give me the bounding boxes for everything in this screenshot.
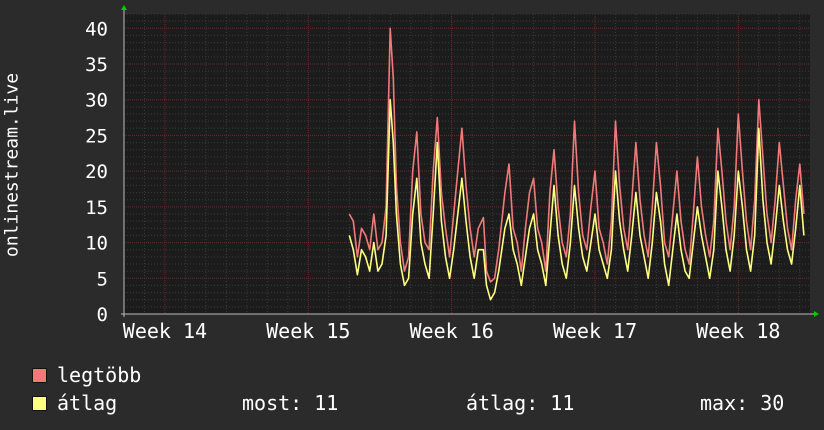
y-axis-label: onlinestream.live [1,72,23,258]
legend-item-avg: átlag [32,391,117,415]
y-tick-label: 25 [85,125,108,147]
y-tick-label: 15 [85,197,108,219]
x-tick-label: Week 17 [553,319,637,343]
y-tick-label: 5 [97,268,108,290]
legend-swatch-max [32,368,47,383]
stat-now: most: 11 [242,391,339,415]
legend-swatch-avg [32,396,47,411]
y-tick-label: 40 [85,18,108,40]
x-tick-label: Week 15 [266,319,350,343]
legend-item-max: legtöbb [32,363,141,387]
x-tick-label: Week 16 [409,319,493,343]
legend-label-max: legtöbb [57,363,142,387]
stat-max: max: 30 [700,391,785,415]
y-tick-label: 10 [85,233,108,255]
x-tick-label: Week 18 [696,319,780,343]
y-axis-arrow [121,5,127,10]
x-tick-label: Week 14 [123,319,207,343]
y-tick-label: 35 [85,54,108,76]
x-axis-arrow [814,311,819,317]
y-tick-label: 0 [97,304,108,326]
y-tick-label: 30 [85,90,108,112]
legend-label-avg: átlag [57,391,118,415]
y-tick-label: 20 [85,161,108,183]
stat-avg: átlag: 11 [466,391,575,415]
